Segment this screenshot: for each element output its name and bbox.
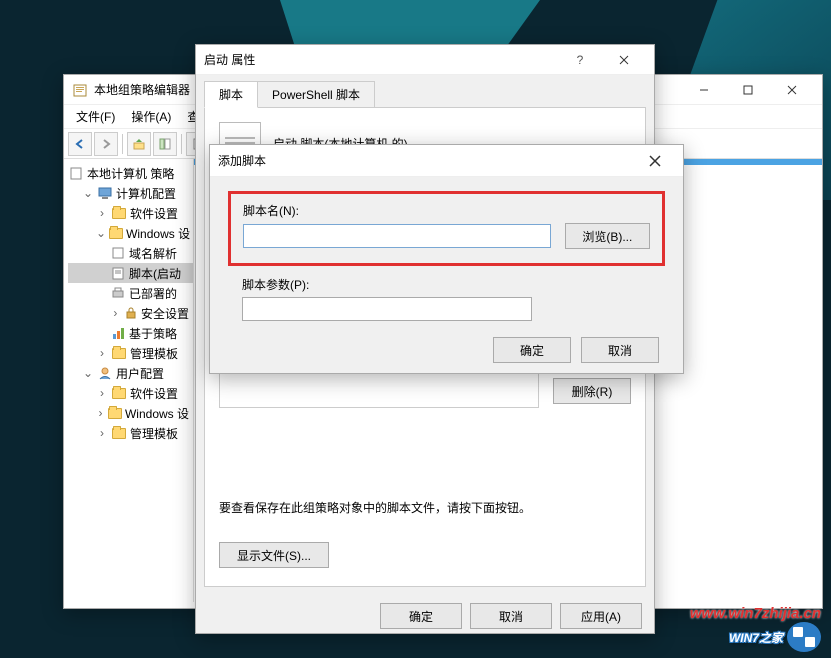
menu-file[interactable]: 文件(F) — [70, 106, 121, 127]
maximize-button[interactable] — [726, 76, 770, 104]
highlighted-region: 脚本名(N): 浏览(B)... — [228, 191, 665, 266]
folder-icon — [111, 205, 127, 221]
close-button[interactable] — [635, 147, 675, 175]
lock-icon — [124, 305, 138, 321]
tree-policy-based[interactable]: 基于策略 — [68, 323, 193, 343]
tree-label: 本地计算机 策略 — [87, 165, 174, 182]
up-level-button[interactable] — [127, 132, 151, 156]
folder-icon — [109, 225, 123, 241]
tree-label: 基于策略 — [129, 325, 177, 342]
expand-icon[interactable]: › — [110, 306, 121, 320]
tree-label: 用户配置 — [116, 365, 164, 382]
expand-icon[interactable]: › — [96, 426, 108, 440]
tree-admin-templates[interactable]: › 管理模板 — [68, 343, 193, 363]
tree-label: 域名解析 — [129, 245, 177, 262]
script-name-label: 脚本名(N): — [243, 202, 650, 219]
tree-label: 已部署的 — [129, 285, 177, 302]
tree-label: 软件设置 — [130, 385, 178, 402]
ok-button[interactable]: 确定 — [380, 603, 462, 629]
collapse-icon[interactable]: ⌄ — [96, 226, 106, 240]
close-button[interactable] — [602, 46, 646, 74]
tree-computer-config[interactable]: ⌄ 计算机配置 — [68, 183, 193, 203]
forward-button[interactable] — [94, 132, 118, 156]
tree-name-resolution[interactable]: 域名解析 — [68, 243, 193, 263]
script-icon — [110, 265, 126, 281]
expand-icon[interactable]: › — [96, 386, 108, 400]
folder-icon — [111, 385, 127, 401]
close-button[interactable] — [770, 76, 814, 104]
tab-powershell[interactable]: PowerShell 脚本 — [257, 81, 375, 108]
show-files-button[interactable]: 显示文件(S)... — [219, 542, 329, 568]
tree-admin-templates2[interactable]: › 管理模板 — [68, 423, 193, 443]
tree-user-config[interactable]: ⌄ 用户配置 — [68, 363, 193, 383]
props-title: 启动 属性 — [204, 51, 558, 68]
chart-icon — [110, 325, 126, 341]
tree-deployed[interactable]: 已部署的 — [68, 283, 193, 303]
expand-icon[interactable]: › — [96, 346, 108, 360]
tree-scripts[interactable]: 脚本(启动 — [68, 263, 193, 283]
folder-icon — [111, 425, 127, 441]
watermark: www.win7zhijia.cn WIN7之家 — [690, 605, 821, 652]
tree-label: 脚本(启动 — [129, 265, 181, 282]
printer-icon — [110, 285, 126, 301]
folder-icon — [111, 345, 127, 361]
tab-scripts[interactable]: 脚本 — [204, 81, 258, 108]
props-titlebar[interactable]: 启动 属性 ? — [196, 45, 654, 75]
menu-action[interactable]: 操作(A) — [125, 106, 177, 127]
help-button[interactable]: ? — [558, 46, 602, 74]
tree-label: 管理模板 — [130, 425, 178, 442]
tree-security[interactable]: › 安全设置 — [68, 303, 193, 323]
back-button[interactable] — [68, 132, 92, 156]
add-script-dialog: 添加脚本 脚本名(N): 浏览(B)... 脚本参数(P): 确定 取消 — [209, 144, 684, 374]
ok-button[interactable]: 确定 — [493, 337, 571, 363]
gpedit-app-icon — [72, 82, 88, 98]
tree-label: 软件设置 — [130, 205, 178, 222]
gpedit-tree[interactable]: 本地计算机 策略 ⌄ 计算机配置 › 软件设置 ⌄ Windows 设 域名解析 — [64, 159, 194, 602]
cancel-button[interactable]: 取消 — [581, 337, 659, 363]
tree-root[interactable]: 本地计算机 策略 — [68, 163, 193, 183]
addscript-titlebar[interactable]: 添加脚本 — [210, 145, 683, 177]
props-tabs: 脚本 PowerShell 脚本 — [204, 81, 646, 108]
tree-label: 管理模板 — [130, 345, 178, 362]
tree-software-settings2[interactable]: › 软件设置 — [68, 383, 193, 403]
expand-icon[interactable]: › — [96, 406, 105, 420]
user-icon — [97, 365, 113, 381]
tree-label: Windows 设 — [126, 225, 190, 242]
browse-button[interactable]: 浏览(B)... — [565, 223, 650, 249]
apply-button[interactable]: 应用(A) — [560, 603, 642, 629]
windows-flag-icon — [787, 622, 821, 652]
remove-button[interactable]: 删除(R) — [553, 378, 631, 404]
policy-icon — [68, 165, 84, 181]
watermark-logo: WIN7之家 — [690, 622, 821, 652]
collapse-icon[interactable]: ⌄ — [82, 186, 94, 200]
tree-software-settings[interactable]: › 软件设置 — [68, 203, 193, 223]
tree-label: 计算机配置 — [116, 185, 176, 202]
computer-icon — [97, 185, 113, 201]
tree-label: Windows 设 — [125, 405, 189, 422]
minimize-button[interactable] — [682, 76, 726, 104]
tree-windows-settings[interactable]: ⌄ Windows 设 — [68, 223, 193, 243]
addscript-title: 添加脚本 — [218, 152, 635, 169]
script-params-input[interactable] — [242, 297, 532, 321]
show-hide-tree-button[interactable] — [153, 132, 177, 156]
expand-icon[interactable]: › — [96, 206, 108, 220]
tree-label: 安全设置 — [141, 305, 189, 322]
policy-icon — [110, 245, 126, 261]
hint-text: 要查看保存在此组策略对象中的脚本文件，请按下面按钮。 — [219, 499, 631, 516]
script-name-input[interactable] — [243, 224, 551, 248]
collapse-icon[interactable]: ⌄ — [82, 366, 94, 380]
tree-windows-settings2[interactable]: › Windows 设 — [68, 403, 193, 423]
script-params-label: 脚本参数(P): — [228, 276, 665, 293]
cancel-button[interactable]: 取消 — [470, 603, 552, 629]
folder-icon — [108, 405, 122, 421]
